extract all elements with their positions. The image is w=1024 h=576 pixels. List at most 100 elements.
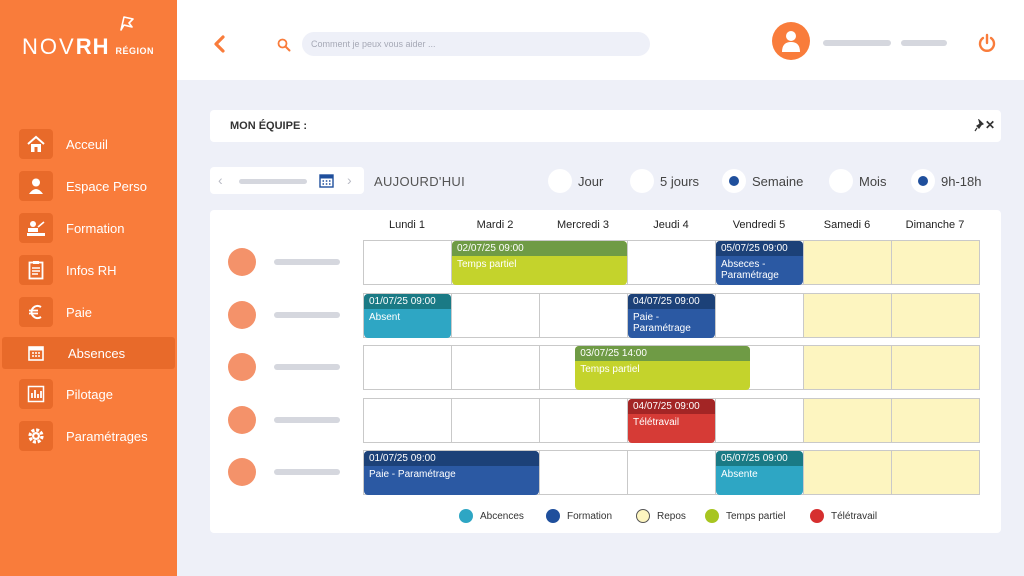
view-option-label: 5 jours [660, 173, 700, 189]
calendar-cell[interactable] [539, 450, 628, 495]
day-header: Dimanche 7 [905, 219, 965, 231]
calendar-cell[interactable] [803, 345, 892, 390]
team-title: MON ÉQUIPE : [230, 120, 308, 132]
radio-button[interactable] [630, 169, 654, 193]
calendar-cell[interactable] [891, 397, 980, 443]
prev-week-button[interactable]: ‹ [218, 172, 223, 188]
calendar-cell[interactable] [891, 345, 980, 390]
calendar-cell[interactable] [451, 397, 540, 443]
radio-button[interactable] [548, 169, 572, 193]
calendar-picker-icon[interactable] [319, 173, 334, 188]
employee-avatar[interactable] [228, 300, 256, 329]
day-header: Samedi 6 [823, 219, 871, 231]
event-partiel[interactable]: 02/07/25 09:00 Temps partiel [452, 241, 627, 285]
calendar-cell[interactable] [451, 292, 540, 338]
calendar-cell[interactable] [891, 240, 980, 285]
calendar-cell[interactable] [803, 450, 892, 495]
radio-button[interactable] [829, 169, 853, 193]
user-icon [19, 171, 53, 201]
calendar-cell[interactable] [539, 292, 628, 338]
calendar-cell[interactable] [451, 345, 540, 390]
sidebar-item-label: Pilotage [66, 386, 113, 402]
event-datetime: 01/07/25 09:00 [364, 451, 539, 466]
today-button[interactable]: AUJOURD'HUI [374, 174, 465, 189]
event-datetime: 04/07/25 09:00 [628, 398, 715, 414]
legend-label: Abcences [480, 510, 524, 522]
day-header: Mercredi 3 [557, 219, 609, 231]
event-partiel[interactable]: 03/07/25 14:00 Temps partiel [575, 346, 751, 390]
sidebar-item-formation[interactable]: Formation [0, 212, 177, 244]
power-icon[interactable] [977, 33, 997, 53]
employee-avatar[interactable] [228, 405, 256, 434]
legend-item-abcences: Abcences [459, 509, 524, 523]
view-option-label: Semaine [752, 173, 804, 189]
sidebar-item-absences[interactable]: Absences [2, 337, 175, 369]
calendar-cell[interactable] [627, 240, 716, 285]
flag-icon [120, 16, 134, 31]
training-icon [19, 213, 53, 243]
close-icon[interactable]: ✕ [985, 118, 995, 132]
calendar-cell[interactable] [891, 292, 980, 338]
user-avatar-icon [782, 31, 800, 52]
sidebar: NOV RH RÉGION Acceuil Espace Perso Forma… [0, 0, 177, 576]
event-datetime: 03/07/25 14:00 [575, 346, 751, 361]
legend-label: Temps partiel [726, 510, 786, 522]
view-option-9h-18h[interactable]: 9h-18h [911, 169, 981, 193]
next-week-button[interactable]: › [347, 172, 352, 188]
avatar[interactable] [772, 22, 810, 60]
sidebar-item-pilotage[interactable]: Pilotage [0, 378, 177, 410]
date-navigator: ‹ › [210, 167, 364, 194]
team-bar: MON ÉQUIPE : ✕ [210, 110, 1001, 142]
view-option-jour[interactable]: Jour [548, 169, 603, 193]
employee-avatar[interactable] [228, 248, 256, 276]
radio-dot [918, 176, 928, 186]
calendar-cell[interactable] [803, 292, 892, 338]
sidebar-item-infos-rh[interactable]: Infos RH [0, 254, 177, 286]
employee-name-placeholder [274, 416, 340, 423]
event-formation[interactable]: 01/07/25 09:00 Paie - Paramétrage [364, 451, 539, 495]
employee-avatar[interactable] [228, 458, 256, 486]
calendar-cell[interactable] [715, 397, 804, 443]
legend-dot [705, 509, 719, 523]
brand-rh: RH [75, 34, 110, 59]
radio-button-selected[interactable] [722, 169, 746, 193]
event-label: Absente [721, 469, 758, 480]
brand-logo[interactable]: NOV RH RÉGION [22, 34, 154, 60]
radio-dot [729, 176, 739, 186]
sidebar-item-acceuil[interactable]: Acceuil [0, 128, 177, 160]
back-chevron-icon[interactable] [211, 34, 227, 54]
calendar-cell[interactable] [891, 450, 980, 495]
calendar-cell[interactable] [715, 292, 804, 338]
view-option-mois[interactable]: Mois [829, 169, 886, 193]
sidebar-item-paie[interactable]: Paie [0, 296, 177, 328]
event-absence[interactable]: 05/07/25 09:00 Absente [716, 451, 803, 495]
calendar-cell[interactable] [363, 240, 452, 285]
event-datetime: 01/07/25 09:00 [364, 293, 451, 309]
event-absence[interactable]: 01/07/25 09:00 Absent [364, 293, 451, 338]
sidebar-item-espace-perso[interactable]: Espace Perso [0, 170, 177, 202]
sidebar-item-parametrages[interactable]: Paramétrages [0, 420, 177, 452]
day-header: Mardi 2 [476, 219, 514, 231]
calendar-cell[interactable] [363, 397, 452, 443]
radio-button-selected[interactable] [911, 169, 935, 193]
event-label: Abseces - Paramétrage [721, 259, 779, 281]
date-range-placeholder [239, 179, 307, 184]
user-name-placeholder [823, 40, 891, 46]
employee-avatar[interactable] [228, 353, 256, 381]
calendar-cell[interactable] [363, 345, 452, 390]
calendar-cell[interactable] [803, 240, 892, 285]
view-option-5-jours[interactable]: 5 jours [630, 169, 699, 193]
calendar-cell[interactable] [539, 397, 628, 443]
legend-item-teletravail: Télétravail [810, 509, 877, 523]
calendar-cell[interactable] [803, 397, 892, 443]
search-icon[interactable] [277, 38, 291, 52]
sidebar-item-label: Infos RH [66, 262, 117, 278]
event-formation[interactable]: 05/07/25 09:00 Abseces - Paramétrage [716, 241, 803, 285]
legend-label: Télétravail [831, 510, 878, 522]
view-option-semaine[interactable]: Semaine [722, 169, 803, 193]
calendar-cell[interactable] [627, 450, 716, 495]
legend-dot [810, 509, 824, 523]
event-formation[interactable]: 04/07/25 09:00 Paie - Paramétrage [628, 293, 715, 338]
search-input[interactable] [302, 32, 650, 56]
event-teletravail[interactable]: 04/07/25 09:00 Télétravail [628, 398, 715, 443]
